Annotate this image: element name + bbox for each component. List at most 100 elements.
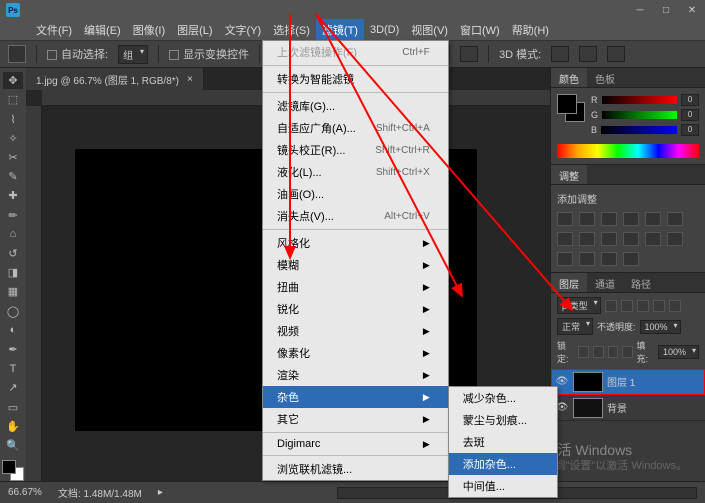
fill-dropdown[interactable]: 100% xyxy=(658,345,699,359)
document-tab-close[interactable]: × xyxy=(187,74,193,85)
tab-paths[interactable]: 路径 xyxy=(623,273,659,292)
color-swatch-pair[interactable] xyxy=(557,94,585,122)
hand-tool[interactable]: ✋ xyxy=(3,418,23,435)
adjust-icon[interactable] xyxy=(645,232,661,246)
close-window-button[interactable]: ✕ xyxy=(679,0,705,20)
crop-tool[interactable]: ✂ xyxy=(3,149,23,166)
3d-mode-btn[interactable] xyxy=(579,46,597,62)
adjust-icon[interactable] xyxy=(601,232,617,246)
mi-adaptive-wide[interactable]: 自适应广角(A)...Shift+Ctrl+A xyxy=(263,117,448,139)
marquee-tool[interactable]: ⬚ xyxy=(3,91,23,108)
layer-name[interactable]: 图层 1 xyxy=(607,374,635,389)
spectrum-bar[interactable] xyxy=(557,144,699,158)
mi-lens-correction[interactable]: 镜头校正(R)...Shift+Ctrl+R xyxy=(263,139,448,161)
menu-3d[interactable]: 3D(D) xyxy=(364,21,405,39)
mi-smart-filter[interactable]: 转换为智能滤镜 xyxy=(263,68,448,90)
mi-filter-gallery[interactable]: 滤镜库(G)... xyxy=(263,95,448,117)
move-tool[interactable]: ✥ xyxy=(3,72,23,89)
mi-other[interactable]: 其它▶ xyxy=(263,408,448,430)
menu-layer[interactable]: 图层(L) xyxy=(171,19,218,41)
adjust-icon[interactable] xyxy=(667,232,683,246)
history-brush-tool[interactable]: ↺ xyxy=(3,245,23,262)
fg-color-swatch[interactable] xyxy=(2,460,16,474)
mi-pixelate[interactable]: 像素化▶ xyxy=(263,342,448,364)
pen-tool[interactable]: ✒ xyxy=(3,341,23,358)
mi-browse-online[interactable]: 浏览联机滤镜... xyxy=(263,458,448,480)
auto-select-checkbox[interactable] xyxy=(47,50,57,60)
menu-window[interactable]: 窗口(W) xyxy=(454,19,506,41)
3d-mode-btn[interactable] xyxy=(551,46,569,62)
mi-reduce-noise[interactable]: 减少杂色... xyxy=(449,387,557,409)
arrange-btn[interactable] xyxy=(460,46,478,62)
b-value[interactable]: 0 xyxy=(681,124,699,136)
blend-mode-dropdown[interactable]: 正常 xyxy=(557,318,593,335)
layer-row-active[interactable]: 👁 图层 1 xyxy=(551,369,705,395)
lock-all-icon[interactable] xyxy=(622,346,633,358)
document-tab[interactable]: 1.jpg @ 66.7% (图层 1, RGB/8*) × xyxy=(26,68,204,90)
layer-thumbnail[interactable] xyxy=(573,372,603,392)
menu-edit[interactable]: 编辑(E) xyxy=(78,19,127,41)
mi-distort[interactable]: 扭曲▶ xyxy=(263,276,448,298)
tab-swatches[interactable]: 色板 xyxy=(587,68,623,87)
layer-kind-dropdown[interactable]: ρ 类型 xyxy=(557,297,601,314)
zoom-tool[interactable]: 🔍 xyxy=(3,437,23,454)
b-slider[interactable] xyxy=(601,126,677,134)
menu-help[interactable]: 帮助(H) xyxy=(506,19,555,41)
fg-bg-colors[interactable] xyxy=(2,460,24,481)
heal-tool[interactable]: ✚ xyxy=(3,187,23,204)
mi-despeckle[interactable]: 去斑 xyxy=(449,431,557,453)
eraser-tool[interactable]: ◨ xyxy=(3,264,23,281)
tab-adjustments[interactable]: 调整 xyxy=(551,165,587,184)
shape-tool[interactable]: ▭ xyxy=(3,398,23,415)
adjust-icon[interactable] xyxy=(645,212,661,226)
mi-sharpen[interactable]: 锐化▶ xyxy=(263,298,448,320)
tab-channels[interactable]: 通道 xyxy=(587,273,623,292)
mi-liquify[interactable]: 液化(L)...Shift+Ctrl+X xyxy=(263,161,448,183)
lock-pixels-icon[interactable] xyxy=(593,346,604,358)
adjust-icon[interactable] xyxy=(557,252,573,266)
adjust-icon[interactable] xyxy=(579,232,595,246)
menu-select[interactable]: 选择(S) xyxy=(267,19,316,41)
current-tool-icon[interactable] xyxy=(8,45,26,63)
mi-render[interactable]: 渲染▶ xyxy=(263,364,448,386)
lasso-tool[interactable]: ⌇ xyxy=(3,110,23,127)
blur-tool[interactable]: ◯ xyxy=(3,302,23,319)
lock-transparent-icon[interactable] xyxy=(578,346,589,358)
menu-view[interactable]: 视图(V) xyxy=(405,19,454,41)
adjust-icon[interactable] xyxy=(667,212,683,226)
filter-smart-icon[interactable] xyxy=(669,300,681,312)
minimize-button[interactable]: ─ xyxy=(627,0,653,20)
mi-vanishing-point[interactable]: 消失点(V)...Alt+Ctrl+V xyxy=(263,205,448,227)
lock-position-icon[interactable] xyxy=(608,346,619,358)
mi-add-noise[interactable]: 添加杂色... xyxy=(449,453,557,475)
brush-tool[interactable]: ✏ xyxy=(3,206,23,223)
tab-color[interactable]: 颜色 xyxy=(551,68,587,87)
mi-stylize[interactable]: 风格化▶ xyxy=(263,232,448,254)
3d-mode-btn[interactable] xyxy=(607,46,625,62)
auto-select-dropdown[interactable]: 组 xyxy=(118,45,148,64)
adjust-icon[interactable] xyxy=(623,252,639,266)
zoom-level[interactable]: 66.67% xyxy=(8,487,42,498)
adjust-icon[interactable] xyxy=(557,232,573,246)
menu-type[interactable]: 文字(Y) xyxy=(219,19,268,41)
stamp-tool[interactable]: ⌂ xyxy=(3,226,23,243)
menu-image[interactable]: 图像(I) xyxy=(127,19,171,41)
mi-dust-scratches[interactable]: 蒙尘与划痕... xyxy=(449,409,557,431)
filter-shape-icon[interactable] xyxy=(653,300,665,312)
menu-file[interactable]: 文件(F) xyxy=(30,19,78,41)
filter-pixel-icon[interactable] xyxy=(605,300,617,312)
r-slider[interactable] xyxy=(602,96,678,104)
g-slider[interactable] xyxy=(602,111,677,119)
wand-tool[interactable]: ✧ xyxy=(3,130,23,147)
eyedropper-tool[interactable]: ✎ xyxy=(3,168,23,185)
g-value[interactable]: 0 xyxy=(681,109,699,121)
layer-row-background[interactable]: 👁 背景 xyxy=(551,395,705,421)
adjust-icon[interactable] xyxy=(579,212,595,226)
adjust-icon[interactable] xyxy=(579,252,595,266)
filter-adjust-icon[interactable] xyxy=(621,300,633,312)
mi-noise[interactable]: 杂色▶ 减少杂色... 蒙尘与划痕... 去斑 添加杂色... 中间值... xyxy=(263,386,448,408)
document-info[interactable]: 文档: 1.48M/1.48M xyxy=(58,485,142,500)
filter-type-icon[interactable] xyxy=(637,300,649,312)
show-transform-checkbox[interactable] xyxy=(169,50,179,60)
mi-digimarc[interactable]: Digimarc▶ xyxy=(263,435,448,453)
